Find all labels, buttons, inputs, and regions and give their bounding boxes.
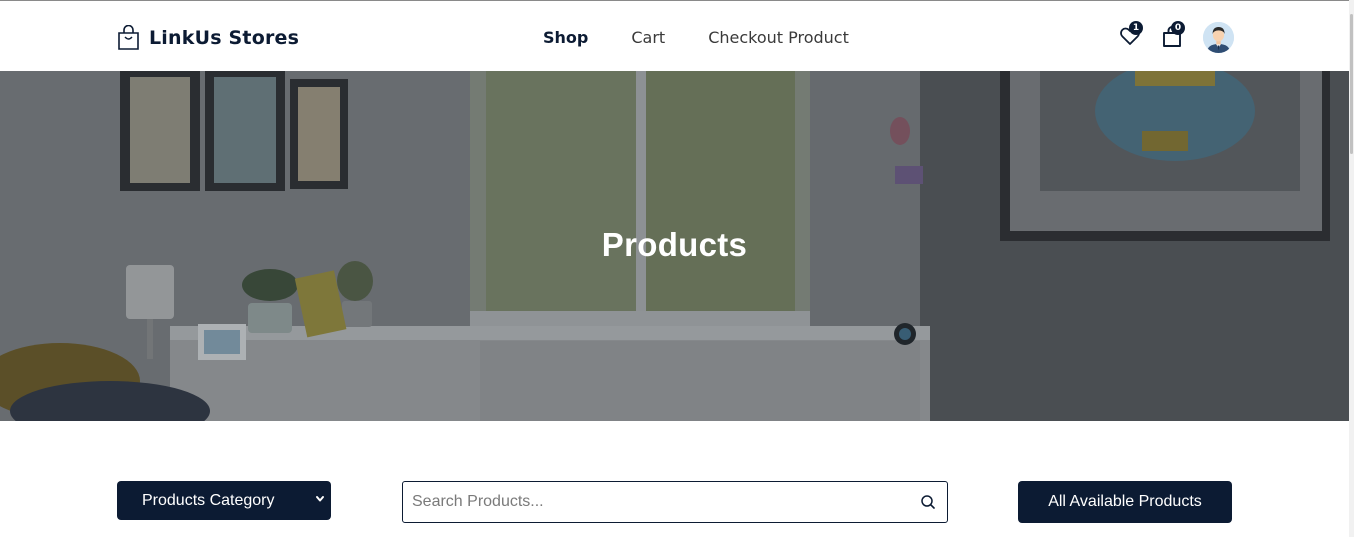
hero-banner: Products xyxy=(0,71,1349,421)
chevron-down-icon xyxy=(316,496,324,502)
user-avatar[interactable] xyxy=(1203,22,1234,53)
search-icon[interactable] xyxy=(920,494,936,510)
nav-icons: 1 0 xyxy=(1119,21,1235,55)
cart-button[interactable]: 0 xyxy=(1161,21,1185,49)
category-dropdown[interactable]: Products Category xyxy=(117,481,331,520)
scrollbar-thumb[interactable] xyxy=(1350,14,1353,154)
navbar: LinkUs Stores Shop Cart Checkout Product… xyxy=(0,1,1349,71)
wishlist-button[interactable]: 1 xyxy=(1119,21,1143,47)
brand-name: LinkUs Stores xyxy=(149,27,300,49)
cart-count-badge: 0 xyxy=(1171,21,1185,35)
brand-logo[interactable]: LinkUs Stores xyxy=(117,25,299,51)
page-title: Products xyxy=(601,226,748,263)
avatar-icon xyxy=(1203,22,1234,53)
main-nav: Shop Cart Checkout Product xyxy=(543,28,849,47)
nav-link-shop[interactable]: Shop xyxy=(543,28,588,47)
all-products-button[interactable]: All Available Products xyxy=(1018,481,1232,523)
nav-link-cart[interactable]: Cart xyxy=(631,28,665,47)
category-dropdown-label: Products Category xyxy=(142,491,275,509)
search-input[interactable] xyxy=(412,491,892,513)
wishlist-count-badge: 1 xyxy=(1129,21,1143,35)
shopping-bag-icon xyxy=(118,25,139,50)
search-field xyxy=(402,481,948,523)
nav-link-checkout[interactable]: Checkout Product xyxy=(708,28,849,47)
page-scrollbar[interactable] xyxy=(1349,0,1354,537)
